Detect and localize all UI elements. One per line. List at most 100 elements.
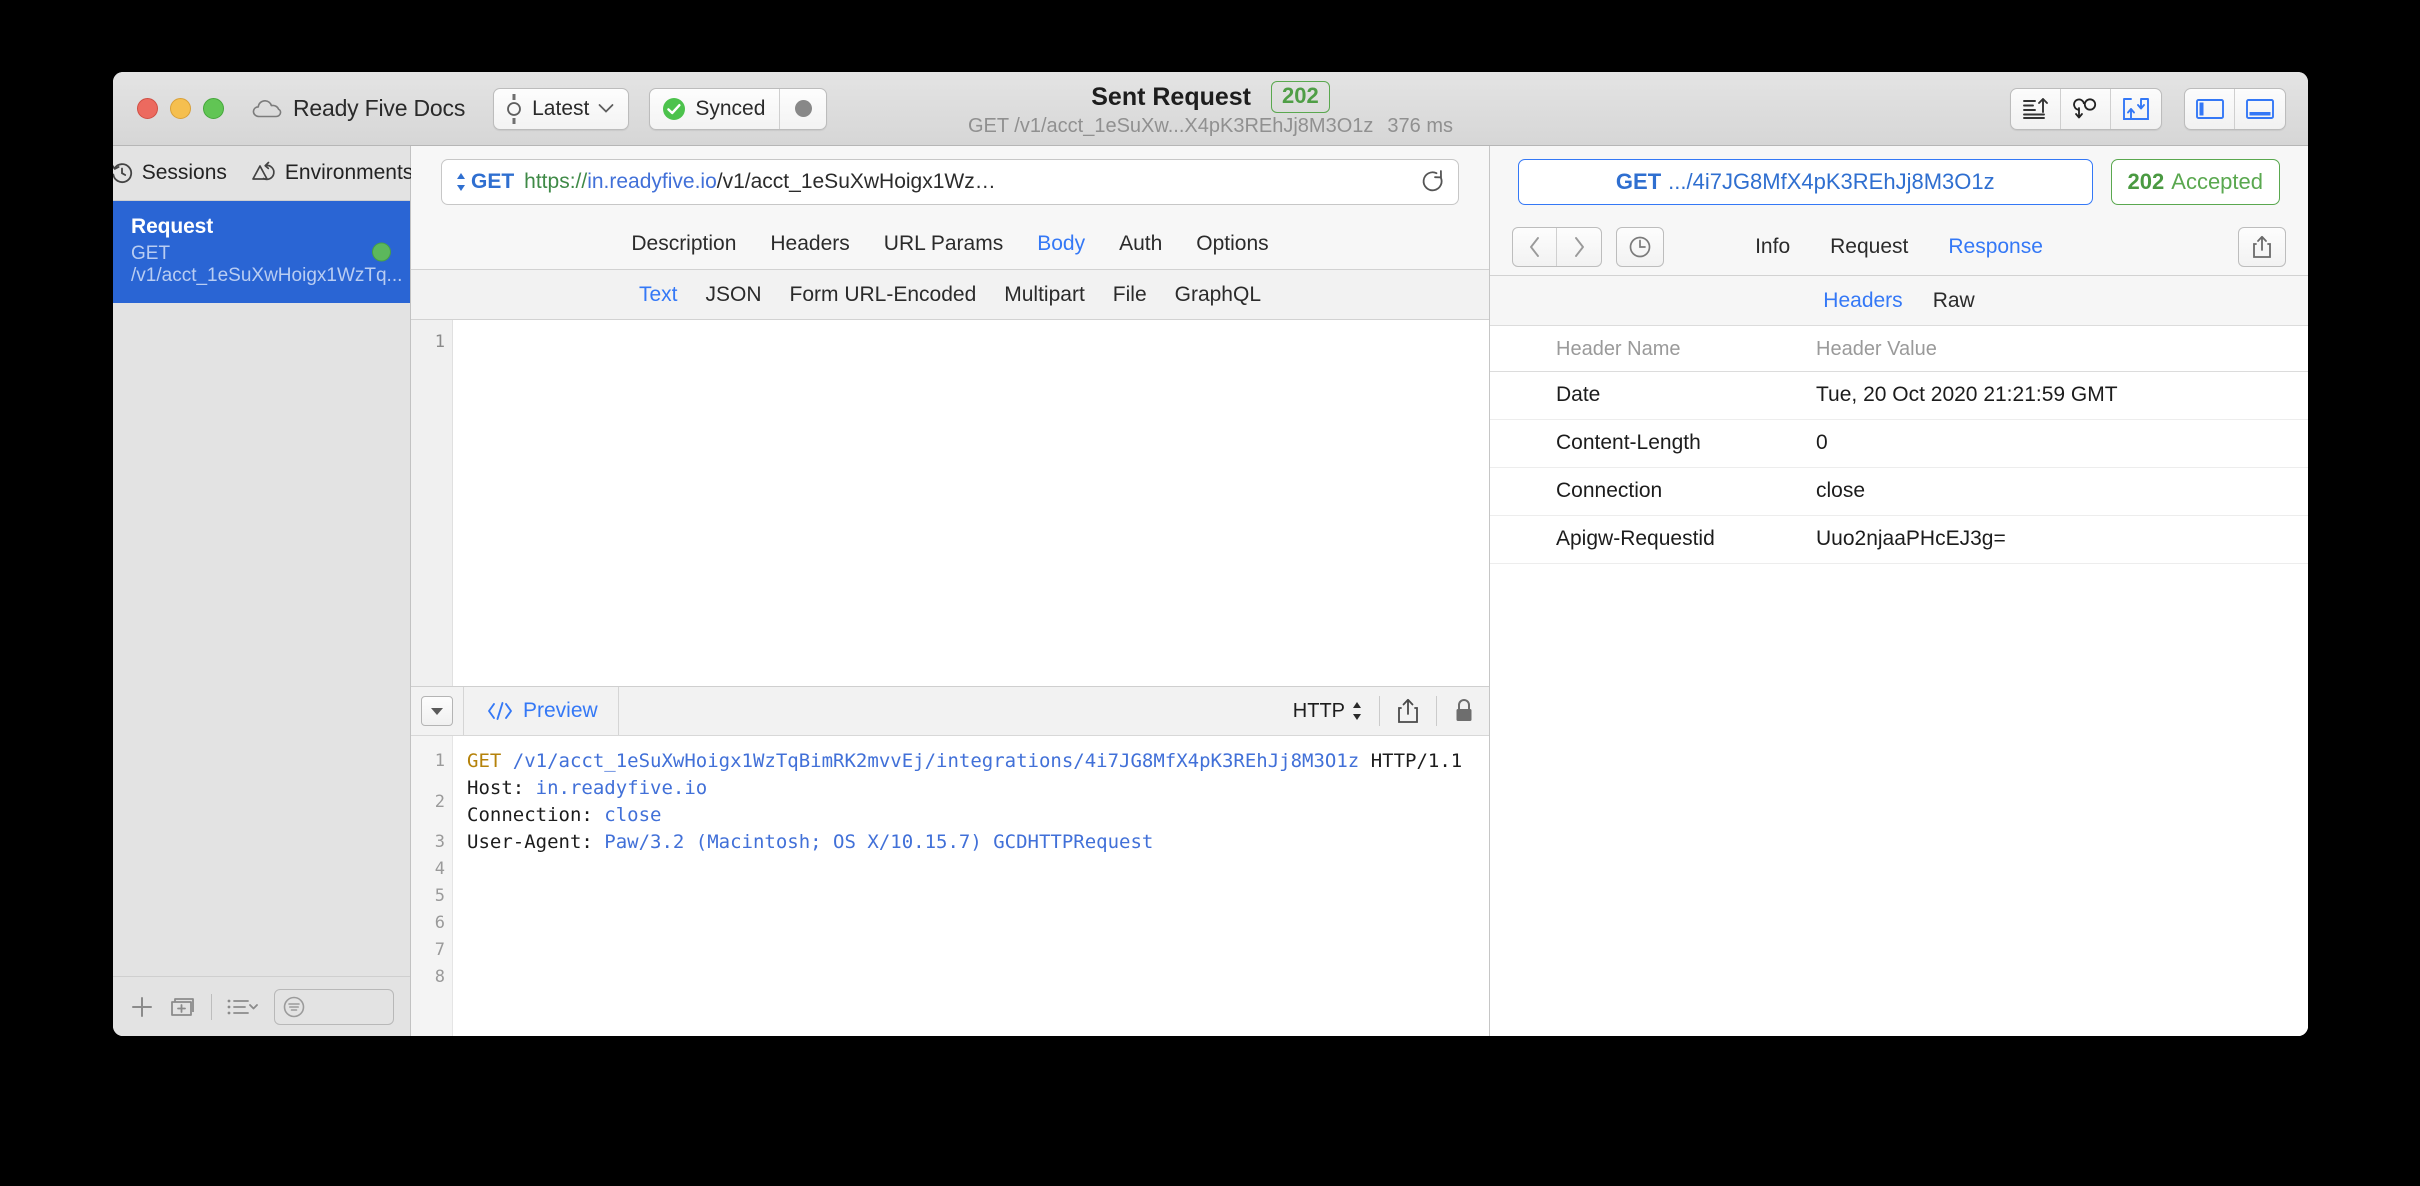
format-selector[interactable]: HTTP xyxy=(1293,700,1363,723)
titlebar: Ready Five Docs Latest Synced Sent Reque… xyxy=(113,72,2308,146)
tab-request[interactable]: Request xyxy=(1830,235,1908,259)
url-input[interactable]: GET https://in.readyfive.io/v1/acct_1eSu… xyxy=(441,159,1459,205)
environment-selector[interactable]: Latest xyxy=(493,87,630,130)
toggle-bottom-panel-icon[interactable] xyxy=(2235,89,2285,129)
tab-description[interactable]: Description xyxy=(631,232,736,256)
tab-multipart[interactable]: Multipart xyxy=(1004,283,1085,307)
header-value-cell: Tue, 20 Oct 2020 21:21:59 GMT xyxy=(1816,383,2118,406)
page-title: Sent Request xyxy=(1091,82,1252,111)
line-number: 8 xyxy=(434,967,445,987)
http-path: /v1/acct_1eSuXwHoigx1WzTqBimRK2mvvEj/int… xyxy=(501,750,1360,772)
environments-icon xyxy=(251,161,277,185)
body-type-tabs: Text JSON Form URL-Encoded Multipart Fil… xyxy=(411,270,1489,320)
sidebar-bottom-toolbar xyxy=(113,976,410,1036)
cloud-icon xyxy=(252,98,282,120)
request-summary-text: GET /v1/acct_1eSuXw...X4pK3REhJj8M3O1z xyxy=(968,115,1374,137)
lock-icon[interactable] xyxy=(1453,697,1475,725)
add-request-icon[interactable] xyxy=(129,994,155,1020)
response-pane: GET .../4i7JG8MfX4pK3REhJj8M3O1z 202 Acc… xyxy=(1490,146,2308,1036)
titlebar-toolbar xyxy=(2010,88,2286,130)
close-window-button[interactable] xyxy=(137,98,158,119)
tab-url-params[interactable]: URL Params xyxy=(884,232,1003,256)
response-tabs: Info Request Response xyxy=(1490,235,2308,259)
sent-request-heading-row: Sent Request 202 xyxy=(1091,81,1330,113)
activity-dot-icon xyxy=(794,100,812,117)
tab-graphql[interactable]: GraphQL xyxy=(1175,283,1261,307)
environment-icon xyxy=(505,93,523,124)
tab-response-headers[interactable]: Headers xyxy=(1823,289,1902,313)
header-value: close xyxy=(592,804,662,826)
tab-auth[interactable]: Auth xyxy=(1119,232,1162,256)
tab-response-raw[interactable]: Raw xyxy=(1933,289,1975,313)
app-window: Ready Five Docs Latest Synced Sent Reque… xyxy=(113,72,2308,1036)
sidebar-item-sessions[interactable]: Sessions xyxy=(113,161,227,185)
tab-options[interactable]: Options xyxy=(1196,232,1268,256)
header-value-cell: close xyxy=(1816,479,1866,502)
tab-body[interactable]: Body xyxy=(1037,232,1085,256)
reload-icon[interactable] xyxy=(1420,169,1446,195)
response-header: GET .../4i7JG8MfX4pK3REhJj8M3O1z 202 Acc… xyxy=(1490,146,2308,218)
minimize-window-button[interactable] xyxy=(170,98,191,119)
format-label: HTTP xyxy=(1292,699,1345,722)
tab-info[interactable]: Info xyxy=(1755,235,1790,259)
method-selector[interactable]: GET xyxy=(455,170,514,194)
line-number: 6 xyxy=(434,913,445,933)
list-item[interactable]: Request GET /v1/acct_1eSuXwHoigx1WzTq... xyxy=(113,201,410,303)
header-key: Connection: xyxy=(467,804,593,826)
header-value-cell: Uuo2njaaPHcEJ3g= xyxy=(1816,527,2006,550)
import-export-icon[interactable] xyxy=(2111,89,2161,129)
tab-text[interactable]: Text xyxy=(639,283,678,307)
tab-json[interactable]: JSON xyxy=(706,283,762,307)
method-label: GET xyxy=(471,170,515,193)
sync-status-button[interactable]: Synced xyxy=(650,88,781,129)
preview-toggle[interactable]: Preview xyxy=(463,687,619,735)
line-number: 1 xyxy=(434,751,445,771)
tab-headers[interactable]: Headers xyxy=(770,232,849,256)
table-row[interactable]: Connection close xyxy=(1490,468,2308,516)
clock-icon[interactable] xyxy=(1616,226,1664,267)
response-status-chip[interactable]: 202 Accepted xyxy=(2110,159,2280,205)
sidebar-item-environments[interactable]: Environments xyxy=(251,161,413,185)
share-icon[interactable] xyxy=(1396,697,1420,725)
header-value-cell: 0 xyxy=(1816,431,1828,454)
share-icon[interactable] xyxy=(2238,226,2286,267)
response-request-chip[interactable]: GET .../4i7JG8MfX4pK3REhJj8M3O1z xyxy=(1518,159,2093,205)
toolbar-actions-group xyxy=(2010,88,2162,130)
tab-response[interactable]: Response xyxy=(1948,235,2043,259)
list-options-icon[interactable] xyxy=(226,995,260,1019)
toggle-left-sidebar-icon[interactable] xyxy=(2185,89,2235,129)
sync-status-control[interactable]: Synced xyxy=(649,87,828,130)
tab-file[interactable]: File xyxy=(1113,283,1147,307)
tab-form-url-encoded[interactable]: Form URL-Encoded xyxy=(790,283,977,307)
main-content: Sessions Environments Request GET /v1/ac… xyxy=(113,146,2308,1036)
preview-label: Preview xyxy=(523,699,598,722)
chevron-right-icon[interactable] xyxy=(1557,228,1601,266)
sidebar-tab-label-environments: Environments xyxy=(284,161,414,184)
response-method: GET xyxy=(1615,169,1662,194)
collapse-triangle-icon[interactable] xyxy=(421,696,453,726)
body-editor[interactable]: 1 xyxy=(411,320,1489,686)
filter-input[interactable] xyxy=(274,988,394,1025)
table-row[interactable]: Content-Length 0 xyxy=(1490,420,2308,468)
document-title-group[interactable]: Ready Five Docs xyxy=(252,95,465,122)
cookies-icon[interactable] xyxy=(2061,89,2111,129)
environment-label: Latest xyxy=(532,96,590,120)
sidebar: Sessions Environments Request GET /v1/ac… xyxy=(113,146,413,1036)
code-brackets-icon xyxy=(486,701,514,721)
zoom-window-button[interactable] xyxy=(203,98,224,119)
header-key: Host: xyxy=(467,777,525,799)
response-headers-table: Header Name Header Value Date Tue, 20 Oc… xyxy=(1490,326,2308,1036)
response-status-text: Accepted xyxy=(2171,169,2263,194)
sort-icon[interactable] xyxy=(2011,89,2061,129)
table-row[interactable]: Apigw-Requestid Uuo2njaaPHcEJ3g= xyxy=(1490,516,2308,564)
stepper-icon xyxy=(1351,700,1363,722)
preview-toolbar: Preview HTTP xyxy=(411,686,1489,736)
add-group-icon[interactable] xyxy=(169,994,197,1020)
sync-activity-button[interactable] xyxy=(780,89,826,129)
column-header-name: Header Name xyxy=(1556,338,1681,360)
check-circle-icon xyxy=(662,97,686,121)
table-row[interactable]: Date Tue, 20 Oct 2020 21:21:59 GMT xyxy=(1490,372,2308,420)
chevron-left-icon[interactable] xyxy=(1513,227,1557,266)
header-name-cell: Connection xyxy=(1556,479,1663,502)
editor-text-area[interactable] xyxy=(453,320,1489,686)
